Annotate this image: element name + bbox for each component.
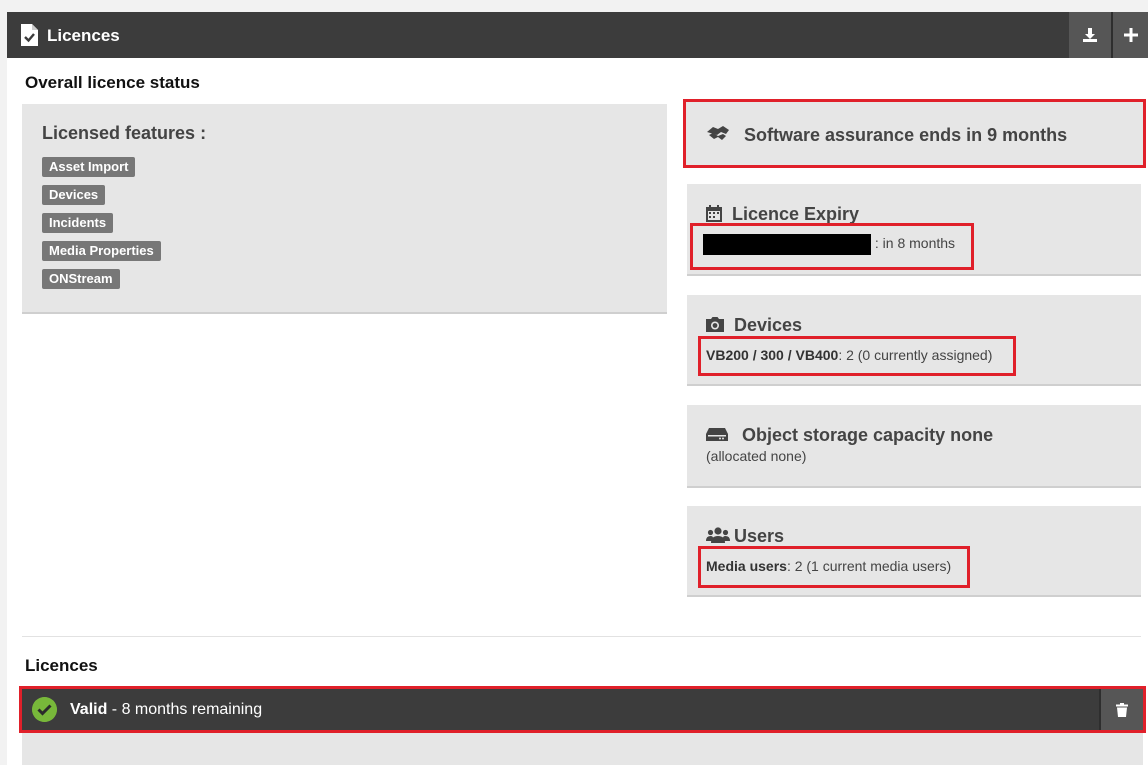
users-icon [706,527,730,543]
check-circle-icon [32,697,57,722]
object-storage-detail: (allocated none) [706,448,807,464]
licence-status: Valid - 8 months remaining [70,701,262,719]
licence-valid-label: Valid [70,701,108,718]
add-licence-button[interactable] [1113,12,1148,58]
licences-section-title: Licences [25,656,98,675]
plus-icon [1123,28,1138,42]
licensed-features-card: Licensed features : Asset Import Devices… [22,104,667,314]
object-storage-heading: Object storage capacity none [742,425,994,445]
devices-highlight-box [698,336,1016,376]
feature-tag: Media Properties [42,241,161,261]
licences-header-bar: Licences [7,12,1148,58]
handshake-icon [707,126,729,140]
devices-card: Devices VB200 / 300 / VB400: 2 (0 curren… [687,295,1141,386]
feature-tag: Asset Import [42,157,136,177]
licences-page: Licences Overall licence status Licensed… [7,12,1148,765]
document-check-icon [21,24,38,46]
delete-licence-button[interactable] [1099,689,1143,730]
object-storage-card: Object storage capacity none (allocated … [687,405,1141,488]
users-card: Users Media users: 2 (1 current media us… [687,506,1141,597]
download-icon [1083,28,1097,42]
licence-row[interactable]: Valid - 8 months remaining [19,686,1146,733]
licence-detail-panel [22,733,1143,765]
users-highlight-box [698,546,970,588]
devices-heading: Devices [734,315,803,335]
licence-remaining: - 8 months remaining [107,701,263,718]
section-divider [22,636,1141,637]
feature-tag: ONStream [42,269,120,289]
feature-tag: Devices [42,185,106,205]
overall-section-title: Overall licence status [25,73,200,92]
software-assurance-text: Software assurance ends in 9 months [744,125,1068,145]
software-assurance-card: Software assurance ends in 9 months [683,99,1146,168]
calendar-icon [706,205,722,222]
feature-tag: Incidents [42,213,114,233]
download-button[interactable] [1069,12,1111,58]
users-heading: Users [734,526,785,546]
expiry-highlight-box [690,223,974,270]
licence-expiry-card: Licence Expiry : in 8 months [687,184,1141,276]
hard-drive-icon [706,428,728,441]
page-title: Licences [47,26,120,45]
feature-tag-list: Asset Import Devices Incidents Media Pro… [42,157,161,297]
camera-icon [706,317,724,332]
trash-icon [1116,702,1128,717]
licensed-features-heading: Licensed features : [42,123,207,143]
licence-expiry-heading: Licence Expiry [732,204,860,224]
